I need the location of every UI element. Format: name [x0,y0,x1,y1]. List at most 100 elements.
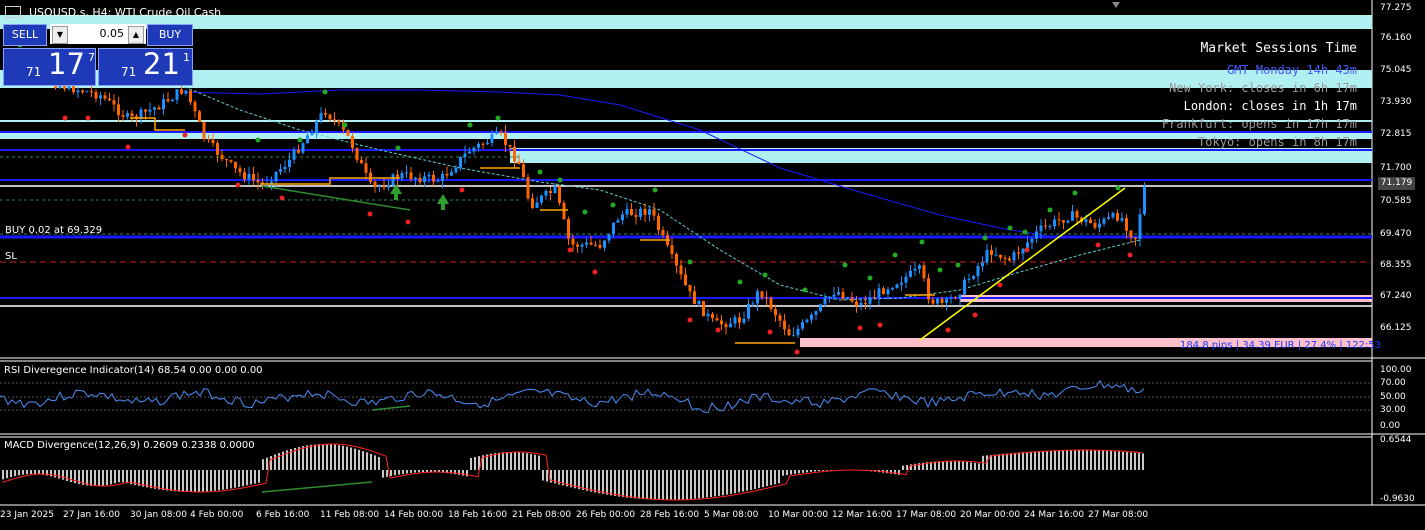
candle-body [823,297,827,305]
lot-value[interactable]: 0.05 [100,24,125,44]
symbol-title: USOUSD.s, H4: WTI Crude Oil Cash [29,6,222,19]
candle-body [985,249,989,263]
candle-body [877,288,881,298]
fractal-down-dot [997,282,1003,288]
macd-bar [386,470,388,477]
candle-body [918,265,921,269]
candle-body [891,287,894,290]
macd-bar [738,470,740,493]
candle-body [607,234,611,241]
candle-body [472,147,476,152]
macd-bar [1134,452,1136,470]
candle-body [310,133,314,136]
fractal-up-dot [802,287,808,293]
fractal-up-dot [762,272,768,278]
buy-order-label[interactable]: BUY 0.02 at 69.329 [5,225,102,236]
buy-button[interactable]: BUY [147,24,193,46]
candle-body [976,266,980,277]
candle-body [126,113,129,117]
candle-body [270,181,273,184]
macd-bar [166,470,168,491]
sell-price-button[interactable]: 71 17 7 [3,47,96,86]
macd-bar [18,470,20,476]
fractal-up-dot [342,122,348,128]
candle-body [774,309,777,316]
macd-bar [238,470,240,487]
macd-bar [1110,451,1112,470]
fractal-down-dot [405,219,411,225]
candle-body [526,177,530,199]
candle-body [1017,252,1020,254]
candle-body [508,144,512,147]
candle-body [184,90,188,94]
macd-bar [614,470,616,496]
macd-bar [594,470,596,493]
macd-bar [826,470,828,471]
candle-body [148,109,152,112]
candle-body [162,99,165,110]
price-axis-label: 77.275 [1380,3,1412,13]
macd-bar [194,470,196,492]
candle-body [693,291,696,305]
macd-bar [770,470,772,486]
macd-bar [726,470,728,495]
fractal-down-dot [794,349,800,355]
macd-bar [474,457,476,470]
sessions-new-york: New York: closes in 6h 17m [1169,81,1357,95]
macd-bar [798,470,800,474]
candle-body [603,240,606,248]
fractal-down-dot [85,115,91,121]
candle-body [972,276,975,279]
lot-increase-icon[interactable]: ▲ [128,26,144,44]
candle-body [288,159,291,167]
candle-body [207,138,210,140]
candle-body [931,299,935,304]
time-axis-label: 4 Feb 00:00 [190,510,244,520]
rsi-axis-label: 100.00 [1380,365,1412,375]
macd-bar [410,470,412,473]
candle-body [679,265,683,275]
macd-bar [262,459,264,470]
pips-info-label: 184.8 pips | 34.39 EUR | 27.4% | 122:53 [1180,340,1382,351]
candle-body [130,113,134,117]
macd-bar [942,461,944,470]
candle-body [1021,248,1025,254]
candle-body [864,302,867,304]
macd-bar [338,445,340,470]
candle-body [769,297,773,310]
candle-body [558,185,561,203]
stop-loss-label[interactable]: SL [5,251,17,262]
candle-body [337,120,341,123]
candle-body [855,301,858,306]
macd-bar [174,470,176,492]
candle-body [567,219,570,239]
candle-body [117,104,120,116]
candle-body [702,300,705,317]
candle-body [324,113,327,115]
macd-bar [722,470,724,496]
macd-bar [802,470,804,473]
buy-price-button[interactable]: 71 21 1 [98,47,193,86]
sell-button[interactable]: SELL [3,24,47,46]
candle-body [364,163,368,173]
macd-bar [210,470,212,492]
macd-bar [518,452,520,470]
candle-body [706,313,710,317]
candle-body [589,242,593,245]
candle-body [427,174,431,177]
macd-bar [326,444,328,470]
candle-body [157,107,161,110]
macd-bar [746,470,748,491]
macd-bar [1058,450,1060,470]
candle-body [621,214,624,221]
candle-body [909,270,912,277]
candle-body [477,143,480,148]
candle-body [1039,225,1043,232]
lot-size-input[interactable]: ▼ 0.05 ▲ [50,24,146,44]
candle-body [450,172,453,176]
candle-body [778,315,782,321]
candle-body [463,153,467,157]
candle-body [346,129,350,136]
fractal-down-dot [592,269,598,275]
lot-decrease-icon[interactable]: ▼ [52,26,68,44]
